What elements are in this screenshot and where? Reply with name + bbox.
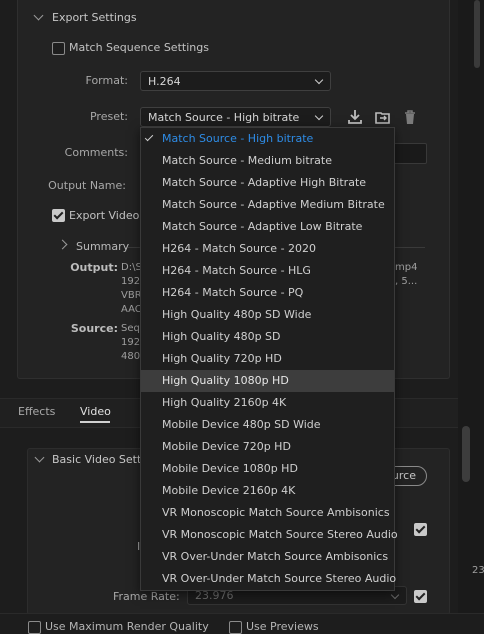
- preset-menu-item[interactable]: Mobile Device 480p SD Wide: [141, 414, 394, 436]
- format-dropdown[interactable]: H.264: [140, 71, 331, 91]
- comments-label: Comments:: [64, 146, 128, 159]
- preset-menu-item[interactable]: Mobile Device 720p HD: [141, 436, 394, 458]
- export-settings-title: Export Settings: [52, 11, 137, 24]
- max-render-checkbox[interactable]: [28, 621, 41, 634]
- preset-menu-item-label: Match Source - High bitrate: [162, 132, 314, 145]
- summary-source-line: Seq: [121, 323, 140, 334]
- summary-output-line: AAC: [121, 304, 142, 315]
- summary-output-right: mp4: [395, 262, 418, 273]
- preset-menu-item[interactable]: Match Source - Medium bitrate: [141, 150, 394, 172]
- tab-effects[interactable]: Effects: [18, 405, 55, 418]
- preset-menu-item[interactable]: Match Source - Adaptive Low Bitrate: [141, 216, 394, 238]
- summary-output-right: , 5...: [395, 276, 418, 287]
- preset-menu-item-label: Match Source - Adaptive High Bitrate: [162, 176, 367, 189]
- chevron-down-icon: [314, 111, 324, 121]
- basic-video-settings-title: Basic Video Setti: [52, 453, 145, 466]
- preset-menu-item-label: VR Monoscopic Match Source Stereo Audio: [162, 528, 398, 541]
- use-previews-checkbox[interactable]: [229, 621, 242, 634]
- summary-source-key: Source:: [70, 322, 118, 335]
- preset-menu-item-label: High Quality 1080p HD: [162, 374, 289, 387]
- save-preset-icon[interactable]: [346, 108, 364, 126]
- bottom-options-bar: Use Maximum Render Quality Use Previews: [0, 613, 484, 634]
- preset-menu-item-label: H264 - Match Source - PQ: [162, 286, 304, 299]
- summary-title: Summary: [76, 240, 130, 253]
- chevron-down-icon: [314, 75, 324, 85]
- preset-menu-item[interactable]: Mobile Device 1080p HD: [141, 458, 394, 480]
- preset-menu-item-label: H264 - Match Source - HLG: [162, 264, 311, 277]
- chevron-down-icon: [390, 590, 400, 600]
- summary-output-line: VBR: [121, 290, 142, 301]
- preset-menu-item-label: High Quality 480p SD Wide: [162, 308, 312, 321]
- preset-menu-item-label: Match Source - Medium bitrate: [162, 154, 332, 167]
- side-value: 23: [472, 565, 484, 576]
- preset-menu-item[interactable]: VR Over-Under Match Source Ambisonics: [141, 546, 394, 568]
- format-value: H.264: [148, 75, 181, 88]
- preset-menu-item[interactable]: High Quality 480p SD Wide: [141, 304, 394, 326]
- output-name-label: Output Name:: [48, 179, 126, 192]
- preset-menu-item[interactable]: H264 - Match Source - PQ: [141, 282, 394, 304]
- preset-value: Match Source - High bitrate: [148, 111, 300, 124]
- summary-source-line: 480: [121, 351, 141, 362]
- scrollbar-thumb[interactable]: [462, 426, 470, 482]
- export-video-label: Export Video: [69, 209, 140, 222]
- delete-preset-icon[interactable]: [401, 108, 419, 126]
- preset-menu-item[interactable]: Match Source - Adaptive Medium Bitrate: [141, 194, 394, 216]
- preset-menu-item-label: Mobile Device 720p HD: [162, 440, 291, 453]
- video-checkbox-1[interactable]: [414, 523, 427, 536]
- preset-menu-item-label: Mobile Device 1080p HD: [162, 462, 298, 475]
- preset-menu: Match Source - High bitrate Match Source …: [140, 127, 398, 591]
- preset-menu-item[interactable]: Match Source - High bitrate: [141, 128, 394, 150]
- frame-rate-label: Frame Rate:: [113, 590, 180, 603]
- preset-menu-item-label: High Quality 2160p 4K: [162, 396, 287, 409]
- tab-video[interactable]: Video: [80, 405, 111, 418]
- summary-source-line: 192: [121, 337, 141, 348]
- preset-menu-item[interactable]: High Quality 720p HD: [141, 348, 394, 370]
- preset-menu-item[interactable]: High Quality 480p SD: [141, 326, 394, 348]
- match-sequence-label: Match Sequence Settings: [69, 41, 209, 54]
- preset-menu-item[interactable]: High Quality 2160p 4K: [141, 392, 394, 414]
- preset-menu-item[interactable]: Match Source - Adaptive High Bitrate: [141, 172, 394, 194]
- preset-menu-item-label: VR Over-Under Match Source Stereo Audio: [162, 572, 397, 585]
- summary-output-line: D:\S: [121, 262, 142, 273]
- preset-menu-item-label: VR Monoscopic Match Source Ambisonics: [162, 506, 390, 519]
- checkmark-icon: [144, 132, 154, 142]
- summary-divider-right: [393, 247, 425, 248]
- match-sequence-checkbox[interactable]: [52, 42, 65, 55]
- preset-menu-item-label: High Quality 720p HD: [162, 352, 282, 365]
- summary-output-line: 192: [121, 276, 141, 287]
- preset-menu-item-label: Mobile Device 480p SD Wide: [162, 418, 321, 431]
- scrollbar-top[interactable]: [474, 0, 480, 68]
- summary-divider: [128, 247, 140, 248]
- preset-menu-item-label: Match Source - Adaptive Medium Bitrate: [162, 198, 385, 211]
- preset-menu-item[interactable]: Mobile Device 2160p 4K: [141, 480, 394, 502]
- right-panel-strip: [458, 0, 484, 627]
- preset-menu-item[interactable]: VR Over-Under Match Source Stereo Audio: [141, 568, 397, 590]
- frame-rate-checkbox[interactable]: [414, 590, 427, 603]
- preset-menu-item[interactable]: VR Monoscopic Match Source Stereo Audio: [141, 524, 398, 546]
- active-tab-indicator: [80, 421, 110, 423]
- preset-menu-item-label: H264 - Match Source - 2020: [162, 242, 317, 255]
- preset-menu-item-label: VR Over-Under Match Source Ambisonics: [162, 550, 389, 563]
- preset-menu-item[interactable]: VR Monoscopic Match Source Ambisonics: [141, 502, 394, 524]
- preset-dropdown[interactable]: Match Source - High bitrate: [140, 107, 331, 127]
- preset-menu-item[interactable]: H264 - Match Source - 2020: [141, 238, 394, 260]
- preset-menu-item-label: Mobile Device 2160p 4K: [162, 484, 296, 497]
- format-label: Format:: [85, 74, 128, 87]
- export-video-checkbox[interactable]: [52, 209, 65, 222]
- preset-menu-item-label: High Quality 480p SD: [162, 330, 281, 343]
- preset-label: Preset:: [89, 110, 128, 123]
- preset-menu-item[interactable]: H264 - Match Source - HLG: [141, 260, 394, 282]
- comments-input[interactable]: [393, 143, 427, 164]
- import-preset-icon[interactable]: [374, 108, 392, 126]
- preset-menu-item[interactable]: High Quality 1080p HD: [141, 370, 394, 392]
- preset-menu-item-label: Match Source - Adaptive Low Bitrate: [162, 220, 363, 233]
- summary-output-key: Output:: [70, 261, 118, 274]
